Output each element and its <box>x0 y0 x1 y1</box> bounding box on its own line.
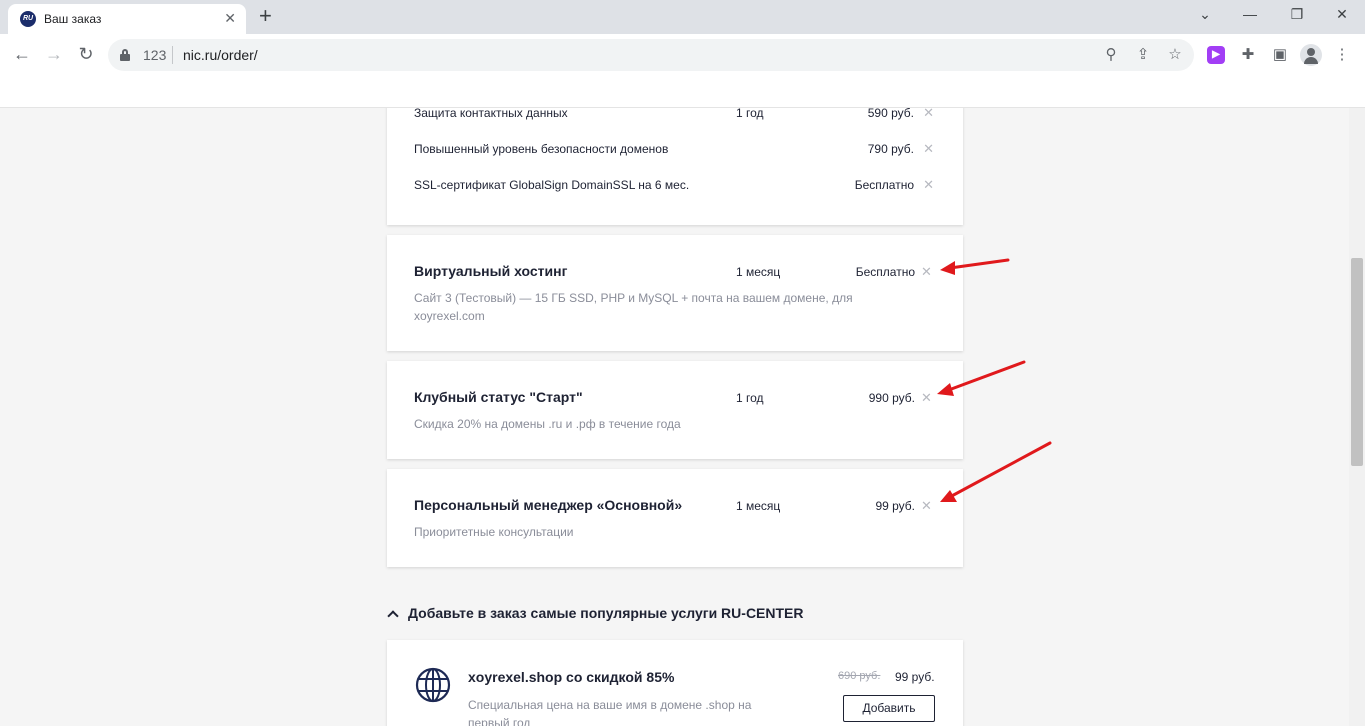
service-row: Защита контактных данных 1 год 590 руб. … <box>414 108 934 126</box>
profile-avatar-icon[interactable] <box>1300 44 1322 66</box>
promo-old-price: 690 руб. <box>838 670 881 682</box>
promo-title: xoyrexel.shop со скидкой 85% <box>468 669 675 685</box>
browser-tab[interactable]: RU Ваш заказ ✕ <box>8 4 246 34</box>
service-price: 590 руб. <box>867 108 914 120</box>
promo-new-price: 99 руб. <box>895 670 935 684</box>
remove-service-icon[interactable]: ✕ <box>923 141 934 157</box>
order-item-price: 990 руб. <box>868 391 915 405</box>
order-item-price: Бесплатно <box>855 265 915 279</box>
remove-service-icon[interactable]: ✕ <box>923 177 934 193</box>
site-header <box>0 76 1365 108</box>
promo-description: Специальная цена на ваше имя в домене .s… <box>468 698 752 726</box>
scrollbar-thumb[interactable] <box>1351 258 1363 466</box>
chevron-up-icon <box>387 609 397 619</box>
extension-purple-icon[interactable]: ▶ <box>1207 46 1225 64</box>
restore-icon[interactable]: ❐ <box>1287 4 1307 24</box>
domain-services-card: Защита контактных данных 1 год 590 руб. … <box>387 108 963 225</box>
minimize-icon[interactable]: — <box>1240 4 1260 24</box>
reload-icon[interactable]: ↻ <box>74 42 98 66</box>
remove-item-icon[interactable]: ✕ <box>921 498 932 514</box>
extensions-puzzle-icon[interactable]: ✚ <box>1239 46 1257 64</box>
remove-service-icon[interactable]: ✕ <box>923 108 934 121</box>
service-row: Повышенный уровень безопасности доменов … <box>414 141 934 162</box>
order-item-card: Персональный менеджер «Основной» 1 месяц… <box>387 469 963 567</box>
tab-search-chevron-icon[interactable]: ⌄ <box>1195 4 1215 24</box>
url-prefix: 123 <box>143 47 167 63</box>
service-price: Бесплатно <box>854 178 914 192</box>
lock-icon <box>120 49 130 61</box>
order-item-description: Скидка 20% на домены .ru и .рф в течение… <box>414 417 681 431</box>
promo-card: xoyrexel.shop со скидкой 85% Специальная… <box>387 640 963 726</box>
menu-kebab-icon[interactable]: ⋮ <box>1333 46 1351 64</box>
order-item-title: Виртуальный хостинг <box>414 263 568 279</box>
bookmark-star-icon[interactable]: ☆ <box>1165 45 1185 65</box>
service-name: Повышенный уровень безопасности доменов <box>414 142 669 156</box>
service-price: 790 руб. <box>867 142 914 156</box>
order-item-description: Сайт 3 (Тестовый) — 15 ГБ SSD, PHP и MyS… <box>414 291 853 323</box>
nic-ru-favicon-icon: RU <box>20 11 36 27</box>
back-arrow-icon[interactable]: ← <box>10 42 34 66</box>
service-name: Защита контактных данных <box>414 108 568 120</box>
remove-item-icon[interactable]: ✕ <box>921 390 932 406</box>
globe-icon <box>415 667 451 703</box>
order-item-title: Клубный статус "Старт" <box>414 389 583 405</box>
tab-close-icon[interactable]: ✕ <box>224 10 236 26</box>
url-divider <box>172 46 173 64</box>
add-to-order-button[interactable]: Добавить <box>843 695 935 722</box>
tab-strip: RU Ваш заказ ✕ + ⌄ — ❐ ✕ <box>0 0 1365 34</box>
side-panel-icon[interactable]: ▣ <box>1271 46 1289 64</box>
order-item-card: Виртуальный хостинг 1 месяц Бесплатно ✕ … <box>387 235 963 351</box>
tab-title: Ваш заказ <box>44 12 102 26</box>
order-item-title: Персональный менеджер «Основной» <box>414 497 683 513</box>
order-item-card: Клубный статус "Старт" 1 год 990 руб. ✕ … <box>387 361 963 459</box>
service-name: SSL-сертификат GlobalSign DomainSSL на 6… <box>414 178 690 192</box>
forward-arrow-icon[interactable]: → <box>42 42 66 66</box>
url-text: nic.ru/order/ <box>183 47 258 63</box>
order-item-description: Приоритетные консультации <box>414 525 574 539</box>
remove-item-icon[interactable]: ✕ <box>921 264 932 280</box>
order-item-price: 99 руб. <box>875 499 915 513</box>
order-item-period: 1 год <box>736 391 764 405</box>
zoom-icon[interactable]: ⚲ <box>1101 45 1121 65</box>
order-item-period: 1 месяц <box>736 265 781 279</box>
browser-toolbar: ← → ↻ 123 nic.ru/order/ ⚲ ⇪ ☆ ▶ ✚ ▣ ⋮ <box>0 34 1365 76</box>
order-item-period: 1 месяц <box>736 499 781 513</box>
share-icon[interactable]: ⇪ <box>1133 45 1153 65</box>
new-tab-icon[interactable]: + <box>259 4 272 28</box>
page-scrollbar[interactable] <box>1349 108 1365 726</box>
page-content: Защита контактных данных 1 год 590 руб. … <box>0 108 1349 726</box>
service-period: 1 год <box>736 108 764 120</box>
service-row: SSL-сертификат GlobalSign DomainSSL на 6… <box>414 177 934 198</box>
popular-services-heading: Добавьте в заказ самые популярные услуги… <box>408 605 804 621</box>
address-bar[interactable]: 123 nic.ru/order/ ⚲ ⇪ ☆ <box>108 39 1194 71</box>
window-close-icon[interactable]: ✕ <box>1332 4 1352 24</box>
